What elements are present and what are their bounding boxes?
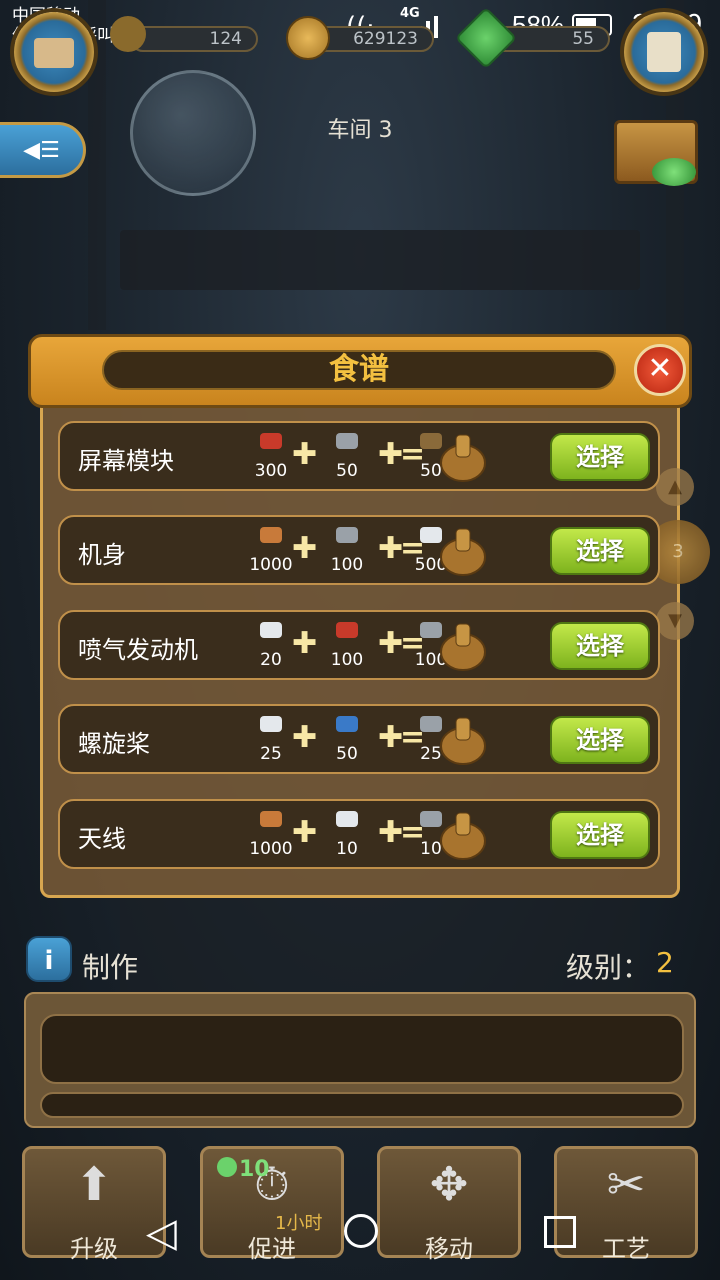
ingredient: 300 <box>246 433 296 481</box>
antenna-icon <box>428 803 498 863</box>
ingredient-quantity: 25 <box>260 744 282 764</box>
select-button[interactable]: 选择 <box>550 622 650 670</box>
blue-spool-icon <box>336 716 358 732</box>
jet-engine-icon <box>428 614 498 674</box>
boost-button[interactable]: ⏱ 10 1小时 促进 <box>200 1146 344 1263</box>
screw-icon <box>260 527 282 543</box>
equals-icon: = <box>400 531 426 566</box>
recipe-row: 螺旋桨 25 50 25 ✚ ✚ = 选择 <box>58 704 660 774</box>
recipe-name: 天线 <box>78 825 126 853</box>
ingredient-quantity: 1000 <box>249 555 293 575</box>
wrench-screwdriver-icon: ✂ <box>606 1157 646 1211</box>
recipe-row: 屏幕模块 300 50 50 ✚ ✚ = 选择 <box>58 421 660 491</box>
recipe-name: 螺旋桨 <box>78 730 150 758</box>
boost-gem-icon <box>217 1157 237 1177</box>
plus-icon: ✚ <box>292 815 318 850</box>
clipboard-icon <box>647 32 681 72</box>
coin-icon <box>286 16 330 60</box>
workshop-number: 3 <box>378 118 393 143</box>
ingredient-quantity: 100 <box>330 650 364 670</box>
background-machine <box>120 880 640 1000</box>
up-arrow-icon: ⬆ <box>74 1157 114 1211</box>
close-button[interactable]: ✕ <box>634 344 686 396</box>
equals-icon: = <box>400 437 426 472</box>
ingredient-quantity: 1000 <box>249 839 293 859</box>
workshop-title: 车间 3 <box>0 112 720 144</box>
ingredient: 50 <box>322 433 372 481</box>
plus-icon: ✚ <box>292 626 318 661</box>
equals-icon: = <box>400 815 426 850</box>
boost-label: 促进 <box>248 1235 296 1263</box>
fuselage-icon <box>428 519 498 579</box>
equals-icon: = <box>400 720 426 755</box>
screen-module-icon <box>428 425 498 485</box>
page-up-arrow-icon[interactable]: ▲ <box>656 468 694 506</box>
recipe-name: 屏幕模块 <box>78 447 174 475</box>
recipe-panel-title: 食谱 <box>102 350 616 390</box>
crafting-progress-bar <box>40 1092 684 1118</box>
ingredient: 50 <box>322 716 372 764</box>
propeller-icon <box>428 708 498 768</box>
select-button[interactable]: 选择 <box>550 716 650 764</box>
ingredient: 25 <box>246 716 296 764</box>
craft-label: 工艺 <box>602 1235 650 1263</box>
recipe-name: 喷气发动机 <box>78 636 198 664</box>
recipe-row: 机身 1000 100 500 ✚ ✚ = 选择 <box>58 515 660 585</box>
ingredient: 1000 <box>246 527 296 575</box>
select-button[interactable]: 选择 <box>550 433 650 481</box>
workshop-label: 车间 <box>327 118 372 143</box>
equals-icon: = <box>400 626 426 661</box>
briefcase-icon <box>34 38 74 68</box>
recipe-row: 天线 1000 10 10 ✚ ✚ = 选择 <box>58 799 660 869</box>
select-button[interactable]: 选择 <box>550 811 650 859</box>
nav-recents-icon[interactable] <box>544 1216 576 1248</box>
crafting-label: 制作 <box>82 951 139 984</box>
silver-ingot-icon <box>336 433 358 449</box>
plus-icon: ✚ <box>292 437 318 472</box>
info-icon[interactable]: i <box>26 936 72 982</box>
recipe-name: 机身 <box>78 541 126 569</box>
white-ingot-icon <box>260 716 282 732</box>
energy-gear-icon <box>110 16 146 52</box>
background-workbench <box>120 230 640 290</box>
boost-cost: 10 <box>239 1157 270 1182</box>
upgrade-button[interactable]: ⬆ 升级 <box>22 1146 166 1263</box>
ingredient-quantity: 50 <box>336 461 358 481</box>
energy-bar: 124 <box>130 26 258 52</box>
ingredient-quantity: 50 <box>336 744 358 764</box>
ingredient-quantity: 300 <box>254 461 288 481</box>
ingredient: 20 <box>246 622 296 670</box>
ingredient-quantity: 20 <box>260 650 282 670</box>
level-value: 2 <box>656 946 674 979</box>
crafting-slot[interactable] <box>40 1014 684 1084</box>
ingredient-quantity: 10 <box>336 839 358 859</box>
ingredient: 100 <box>322 527 372 575</box>
plus-icon: ✚ <box>292 720 318 755</box>
select-button[interactable]: 选择 <box>550 527 650 575</box>
nav-back-icon[interactable]: ◁ <box>146 1210 177 1256</box>
page-down-arrow-icon[interactable]: ▼ <box>656 602 694 640</box>
nav-home-icon[interactable] <box>344 1214 378 1248</box>
silver-ingot-icon <box>336 527 358 543</box>
red-spool-icon <box>260 433 282 449</box>
chest-gems-icon <box>652 158 696 186</box>
ingredient-quantity: 100 <box>330 555 364 575</box>
white-ingot-icon <box>260 622 282 638</box>
plus-icon: ✚ <box>292 531 318 566</box>
red-spool-icon <box>336 622 358 638</box>
white-ingot-icon <box>336 811 358 827</box>
ingredient: 1000 <box>246 811 296 859</box>
recipe-row: 喷气发动机 20 100 100 ✚ ✚ = 选择 <box>58 610 660 680</box>
move-button[interactable]: ✥ 移动 <box>377 1146 521 1263</box>
upgrade-label: 升级 <box>70 1235 118 1263</box>
inventory-gear-button[interactable] <box>14 12 94 92</box>
level-label: 级别： <box>566 951 651 984</box>
move-label: 移动 <box>425 1235 473 1263</box>
tasks-gear-button[interactable] <box>624 12 704 92</box>
move-arrows-icon: ✥ <box>429 1157 469 1211</box>
screw-icon <box>260 811 282 827</box>
ingredient: 100 <box>322 622 372 670</box>
ingredient: 10 <box>322 811 372 859</box>
